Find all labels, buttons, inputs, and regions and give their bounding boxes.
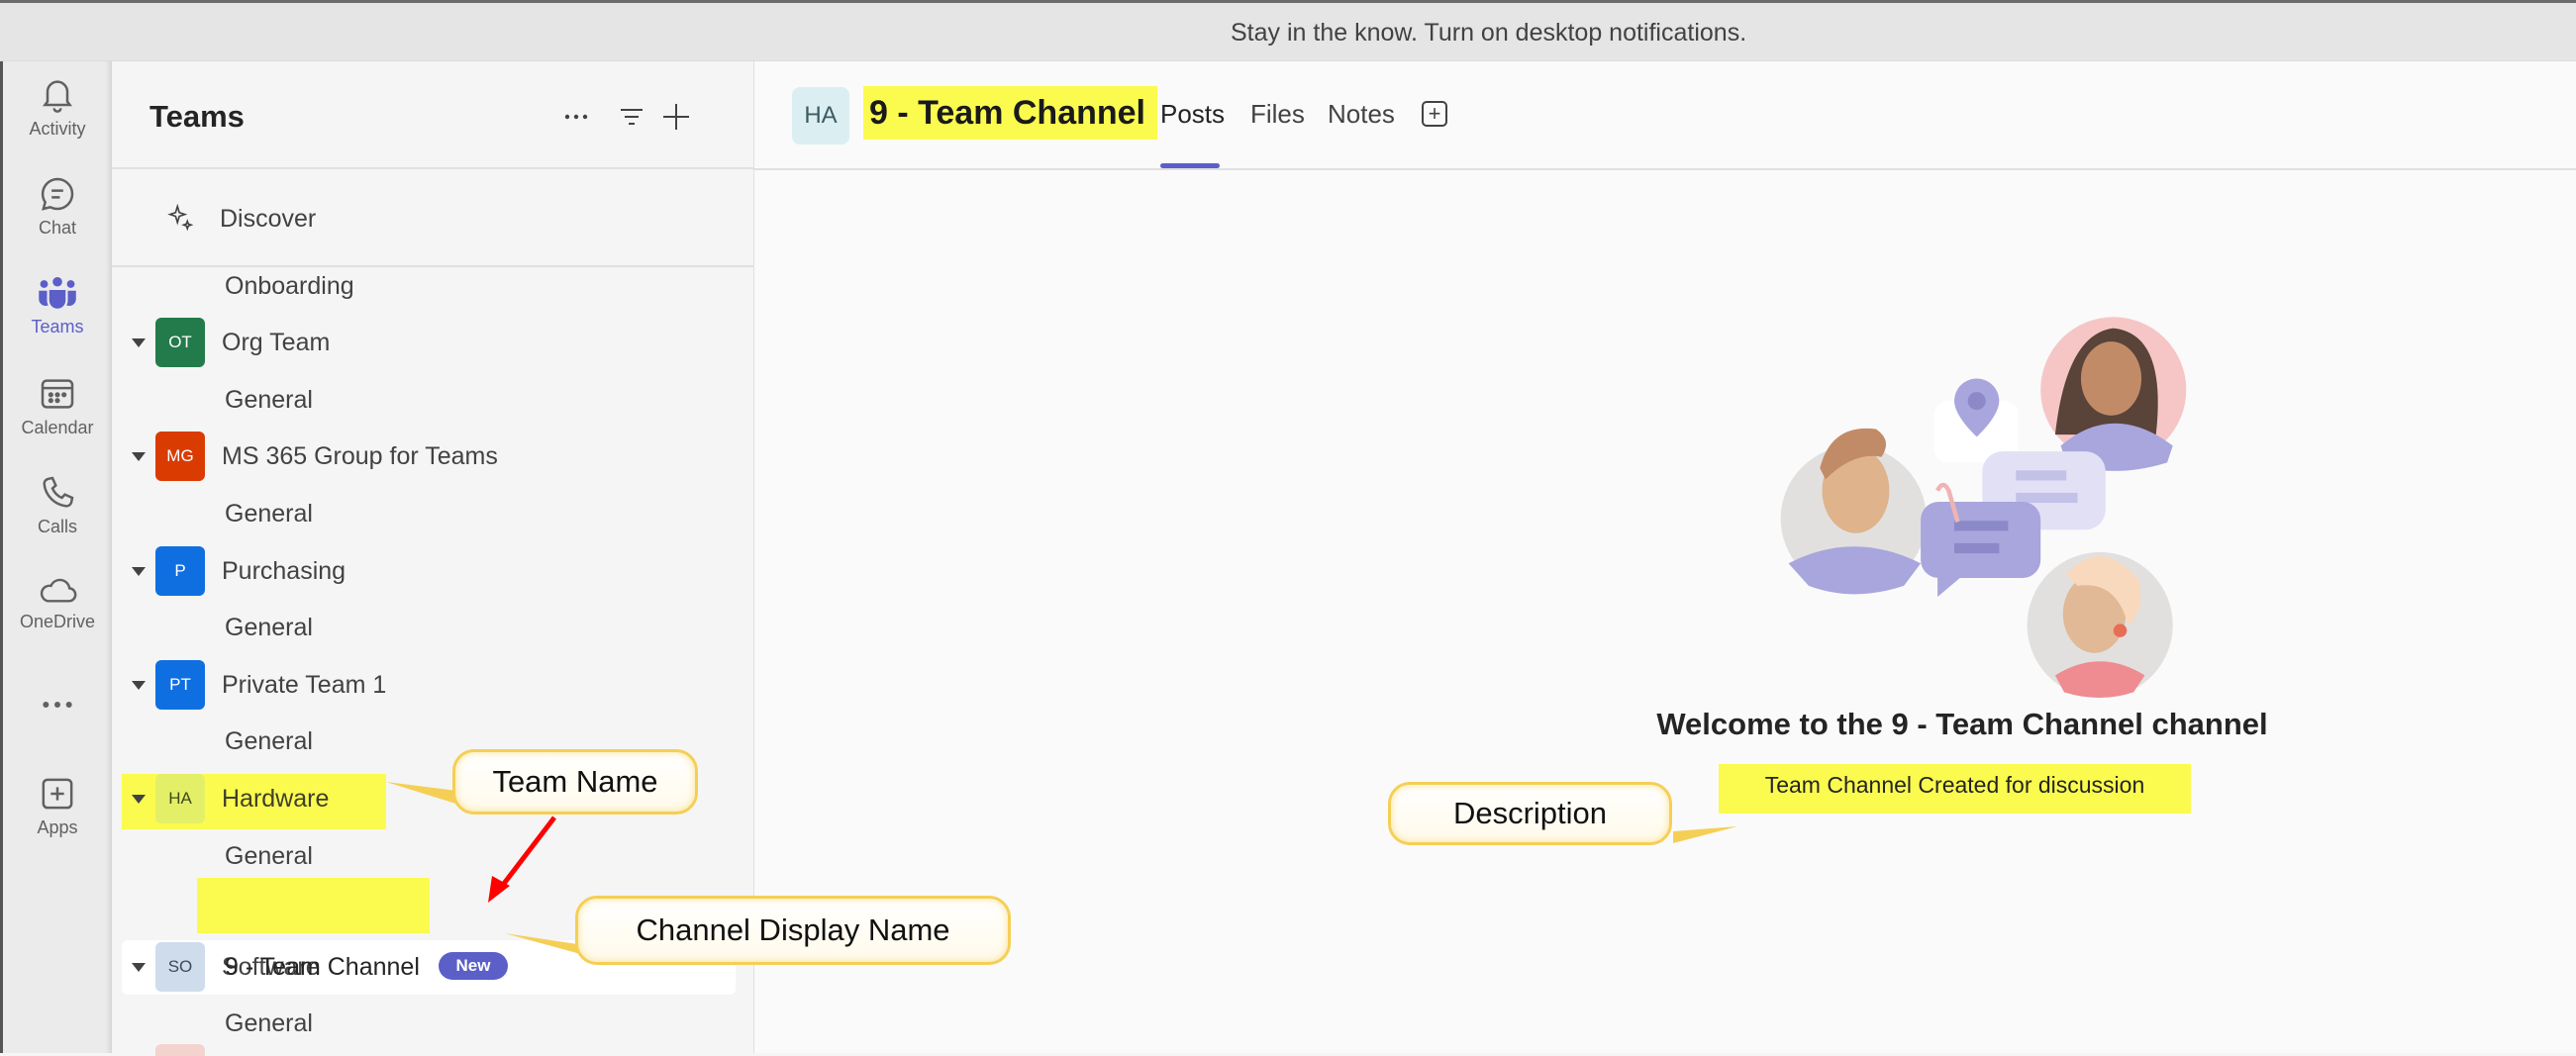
rail-label: Chat [38, 218, 77, 238]
callout-channel-display-name: Channel Display Name [575, 896, 1011, 965]
more-icon [564, 114, 588, 120]
team-item-org-team[interactable]: OT Org Team [112, 318, 754, 367]
team-avatar: MG [155, 432, 205, 481]
location-pin-card [1933, 378, 2019, 463]
rail-item-apps[interactable]: Apps [3, 774, 112, 838]
rail-item-calendar[interactable]: Calendar [3, 374, 112, 438]
filter-icon [621, 109, 643, 125]
channel-name: 9 - Team Channel [225, 953, 420, 981]
team-avatar: OT [155, 318, 205, 367]
calendar-icon [41, 379, 74, 409]
add-tab-button[interactable]: + [1422, 101, 1447, 127]
channel-view: HA 9 - Team Channel Posts Files Notes + [754, 61, 2576, 1053]
sparkle-icon [167, 204, 194, 232]
more-icon [43, 702, 72, 708]
apps-icon [42, 778, 73, 810]
team-name: Purchasing [222, 556, 347, 585]
welcome-illustration [1780, 317, 2187, 699]
phone-icon [43, 476, 74, 508]
person-woman-dark-hair [2040, 317, 2187, 471]
cloud-icon [40, 578, 77, 603]
notification-banner[interactable]: Stay in the know. Turn on desktop notifi… [0, 0, 2576, 61]
rail-item-chat[interactable]: Chat [3, 174, 112, 239]
rail-item-teams[interactable]: Teams [3, 273, 112, 337]
team-item-purchasing[interactable]: P Purchasing [112, 546, 754, 596]
rail-label: Apps [37, 817, 78, 837]
highlight-channel-name [197, 878, 430, 933]
panel-title: Teams [149, 99, 245, 134]
plus-icon [663, 104, 689, 130]
app-bar: Activity Chat Teams Calendar Calls OneDr… [0, 61, 112, 1053]
channel-name: General [225, 726, 313, 755]
channel-item-general[interactable]: General [112, 831, 754, 881]
caret-down-icon[interactable] [132, 451, 146, 461]
channel-item-general[interactable]: General [112, 603, 754, 652]
team-avatar: PT [155, 660, 205, 710]
rail-label: Calendar [21, 418, 94, 437]
channel-name: General [225, 499, 313, 528]
discover-label: Discover [220, 204, 317, 233]
person-man [1780, 428, 1927, 595]
channel-item-general[interactable]: General [112, 375, 754, 425]
active-tab-indicator [1160, 163, 1220, 168]
caret-down-icon[interactable] [132, 794, 146, 804]
caret-down-icon[interactable] [132, 337, 146, 347]
team-name: Hardware [222, 784, 330, 813]
bell-icon [43, 80, 72, 113]
team-avatar: HA [792, 87, 849, 144]
chat-bubble-dark [1921, 482, 2041, 598]
team-name: Org Team [222, 328, 331, 356]
tab-files[interactable]: Files [1250, 99, 1305, 130]
team-item-ms-365-group[interactable]: MG MS 365 Group for Teams [112, 432, 754, 481]
callout-description: Description [1388, 782, 1672, 845]
more-apps-button[interactable] [3, 695, 112, 715]
rail-item-calls[interactable]: Calls [3, 473, 112, 537]
channel-name: General [225, 385, 313, 414]
caret-down-icon[interactable] [132, 680, 146, 690]
caret-down-icon[interactable] [132, 566, 146, 576]
channel-name: Onboarding [225, 271, 354, 300]
channel-item-general[interactable]: General [112, 489, 754, 538]
team-avatar: HA [155, 774, 205, 823]
channel-name: General [225, 613, 313, 641]
filter-button[interactable] [612, 97, 651, 137]
team-item-private-team-1[interactable]: PT Private Team 1 [112, 660, 754, 710]
teams-icon [39, 276, 76, 309]
new-badge: New [439, 952, 508, 980]
tab-posts[interactable]: Posts [1160, 99, 1225, 130]
banner-text[interactable]: Stay in the know. Turn on desktop notifi… [1231, 19, 1746, 48]
channel-title: 9 - Team Channel [863, 86, 1157, 140]
team-name: Private Team 1 [222, 670, 387, 699]
rail-item-onedrive[interactable]: OneDrive [3, 572, 112, 632]
channel-header: HA 9 - Team Channel Posts Files Notes + [754, 61, 2576, 170]
rail-label: OneDrive [19, 612, 96, 631]
rail-item-activity[interactable]: Activity [3, 75, 112, 140]
channel-description: Team Channel Created for discussion [1719, 764, 2191, 814]
channel-name: General [225, 841, 313, 870]
plus-icon: + [1428, 101, 1441, 126]
team-name: MS 365 Group for Teams [222, 441, 498, 470]
team-avatar-partial [155, 1044, 205, 1056]
rail-label: Activity [29, 119, 86, 139]
chat-icon [41, 177, 74, 211]
tab-notes[interactable]: Notes [1328, 99, 1395, 130]
discover-button[interactable]: Discover [166, 194, 316, 243]
divider [112, 167, 754, 169]
callout-team-name: Team Name [452, 749, 698, 815]
channel-name: General [225, 1008, 313, 1037]
more-options-button[interactable] [556, 97, 596, 137]
rail-label: Calls [37, 517, 77, 536]
team-avatar: P [155, 546, 205, 596]
rail-label: Teams [31, 317, 84, 336]
welcome-heading: Welcome to the 9 - Team Channel channel [1656, 707, 2268, 741]
channel-item-onboarding[interactable]: Onboarding [112, 261, 754, 311]
create-team-button[interactable] [656, 97, 696, 137]
person-woman-blonde [2027, 551, 2173, 699]
channel-item-general[interactable]: General [112, 999, 754, 1048]
